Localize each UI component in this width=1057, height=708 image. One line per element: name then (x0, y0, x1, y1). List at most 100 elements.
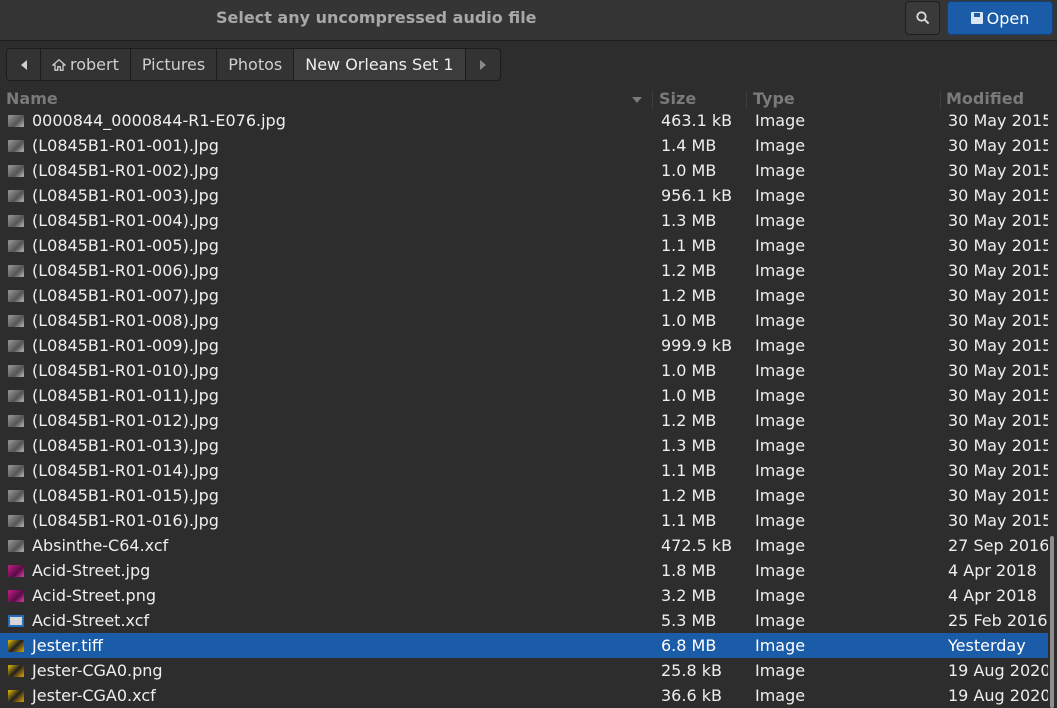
file-row[interactable]: (L0845B1-R01-014).Jpg 1.1 MB Image 30 May 2… (0, 458, 1048, 483)
column-header: Name Size Type Modified (0, 89, 1057, 109)
column-size-header[interactable]: Size (659, 89, 696, 109)
file-row[interactable]: Jester-CGA0.xcf 36.6 kB Image 19 Aug 2020 (0, 683, 1048, 708)
image-thumbnail-icon (8, 515, 24, 527)
file-row[interactable]: (L0845B1-R01-012).Jpg 1.2 MB Image 30 May 2… (0, 408, 1048, 433)
file-row[interactable]: 0000844_0000844-R1-E076.jpg 463.1 kB Image… (0, 108, 1048, 133)
file-type: Image (755, 111, 806, 130)
image-thumbnail-icon (8, 590, 24, 602)
file-row[interactable]: (L0845B1-R01-009).Jpg 999.9 kB Image 30 May… (0, 333, 1048, 358)
file-size: 1.2 MB (661, 486, 717, 505)
file-type: Image (755, 411, 806, 430)
image-thumbnail-icon (8, 440, 24, 452)
file-row[interactable]: Absinthe-C64.xcf 472.5 kB Image 27 Sep 2016 (0, 533, 1048, 558)
file-name: (L0845B1-R01-015).Jpg (32, 486, 219, 505)
file-modified: 30 May 2015 (948, 386, 1048, 405)
file-size: 5.3 MB (661, 611, 717, 630)
image-thumbnail-icon (8, 465, 24, 477)
file-type: Image (755, 336, 806, 355)
file-modified: 30 May 2015 (948, 111, 1048, 130)
file-size: 1.0 MB (661, 161, 717, 180)
breadcrumb-label: New Orleans Set 1 (305, 55, 454, 74)
file-name: Acid-Street.xcf (32, 611, 150, 630)
breadcrumb-home[interactable]: robert (41, 49, 131, 80)
path-back-button[interactable] (7, 49, 41, 80)
file-row[interactable]: (L0845B1-R01-005).Jpg 1.1 MB Image 30 May 2… (0, 233, 1048, 258)
image-thumbnail-icon (8, 665, 24, 677)
column-divider[interactable] (652, 91, 653, 109)
scrollbar-thumb[interactable] (1050, 536, 1054, 708)
file-row[interactable]: (L0845B1-R01-002).Jpg 1.0 MB Image 30 May 2… (0, 158, 1048, 183)
breadcrumb-photos[interactable]: Photos (217, 49, 295, 80)
file-row[interactable]: Acid-Street.xcf 5.3 MB Image 25 Feb 2016 (0, 608, 1048, 633)
file-row[interactable]: (L0845B1-R01-007).Jpg 1.2 MB Image 30 May 2… (0, 283, 1048, 308)
path-forward-button[interactable] (466, 49, 500, 80)
file-row[interactable]: (L0845B1-R01-010).Jpg 1.0 MB Image 30 May 2… (0, 358, 1048, 383)
image-thumbnail-icon (8, 190, 24, 202)
image-thumbnail-icon (8, 565, 24, 577)
file-name: (L0845B1-R01-009).Jpg (32, 336, 219, 355)
file-type: Image (755, 661, 806, 680)
file-list[interactable]: 0000844_0000844-R1-E076.jpg 463.1 kB Image… (0, 108, 1048, 708)
image-thumbnail-icon (8, 540, 24, 552)
image-thumbnail-icon (8, 215, 24, 227)
column-modified-header[interactable]: Modified (946, 89, 1024, 109)
file-row[interactable]: (L0845B1-R01-013).Jpg 1.3 MB Image 30 May 2… (0, 433, 1048, 458)
chevron-right-icon (479, 59, 486, 70)
file-modified: Yesterday (948, 636, 1026, 655)
file-size: 1.3 MB (661, 211, 717, 230)
image-thumbnail-icon (8, 240, 24, 252)
file-row[interactable]: (L0845B1-R01-003).Jpg 956.1 kB Image 30 May… (0, 183, 1048, 208)
breadcrumb-current[interactable]: New Orleans Set 1 (294, 49, 466, 80)
file-type: Image (755, 211, 806, 230)
file-row[interactable]: (L0845B1-R01-011).Jpg 1.0 MB Image 30 May 2… (0, 383, 1048, 408)
search-button[interactable] (905, 1, 940, 35)
file-type: Image (755, 636, 806, 655)
file-modified: 4 Apr 2018 (948, 561, 1037, 580)
breadcrumb-pictures[interactable]: Pictures (131, 49, 218, 80)
file-modified: 30 May 2015 (948, 261, 1048, 280)
image-thumbnail-icon (8, 640, 24, 652)
file-size: 1.3 MB (661, 436, 717, 455)
file-row[interactable]: (L0845B1-R01-016).Jpg 1.1 MB Image 30 May 2… (0, 508, 1048, 533)
file-size: 1.2 MB (661, 261, 717, 280)
file-name: (L0845B1-R01-013).Jpg (32, 436, 219, 455)
file-row[interactable]: (L0845B1-R01-015).Jpg 1.2 MB Image 30 May 2… (0, 483, 1048, 508)
file-modified: 30 May 2015 (948, 211, 1048, 230)
file-row[interactable]: (L0845B1-R01-008).Jpg 1.0 MB Image 30 May 2… (0, 308, 1048, 333)
image-thumbnail-icon (8, 265, 24, 277)
search-icon (915, 11, 929, 25)
file-size: 999.9 kB (661, 336, 733, 355)
file-row[interactable]: (L0845B1-R01-004).Jpg 1.3 MB Image 30 May 2… (0, 208, 1048, 233)
column-type-header[interactable]: Type (753, 89, 795, 109)
chevron-left-icon (20, 59, 27, 70)
file-type: Image (755, 511, 806, 530)
file-name: Acid-Street.jpg (32, 561, 151, 580)
file-modified: 30 May 2015 (948, 311, 1048, 330)
file-size: 1.0 MB (661, 311, 717, 330)
file-row[interactable]: (L0845B1-R01-001).Jpg 1.4 MB Image 30 May 2… (0, 133, 1048, 158)
file-name: (L0845B1-R01-002).Jpg (32, 161, 219, 180)
file-type: Image (755, 136, 806, 155)
file-name: (L0845B1-R01-007).Jpg (32, 286, 219, 305)
open-button[interactable]: Open (947, 1, 1053, 35)
image-thumbnail-icon (8, 290, 24, 302)
file-row[interactable]: Jester-CGA0.png 25.8 kB Image 19 Aug 2020 (0, 658, 1048, 683)
column-divider[interactable] (746, 91, 747, 109)
file-type: Image (755, 286, 806, 305)
image-thumbnail-icon (8, 340, 24, 352)
image-thumbnail-icon (8, 315, 24, 327)
column-name-header[interactable]: Name (6, 89, 58, 109)
file-modified: 19 Aug 2020 (948, 686, 1048, 705)
file-modified: 30 May 2015 (948, 236, 1048, 255)
file-name: Jester-CGA0.png (32, 661, 163, 680)
file-row[interactable]: (L0845B1-R01-006).Jpg 1.2 MB Image 30 May 2… (0, 258, 1048, 283)
scrollbar[interactable] (1048, 108, 1057, 708)
column-divider[interactable] (940, 91, 941, 109)
file-modified: 30 May 2015 (948, 186, 1048, 205)
file-type: Image (755, 236, 806, 255)
file-name: (L0845B1-R01-012).Jpg (32, 411, 219, 430)
file-row[interactable]: Jester.tiff 6.8 MB Image Yesterday (0, 633, 1048, 658)
file-row[interactable]: Acid-Street.png 3.2 MB Image 4 Apr 2018 (0, 583, 1048, 608)
file-row[interactable]: Acid-Street.jpg 1.8 MB Image 4 Apr 2018 (0, 558, 1048, 583)
file-type: Image (755, 611, 806, 630)
